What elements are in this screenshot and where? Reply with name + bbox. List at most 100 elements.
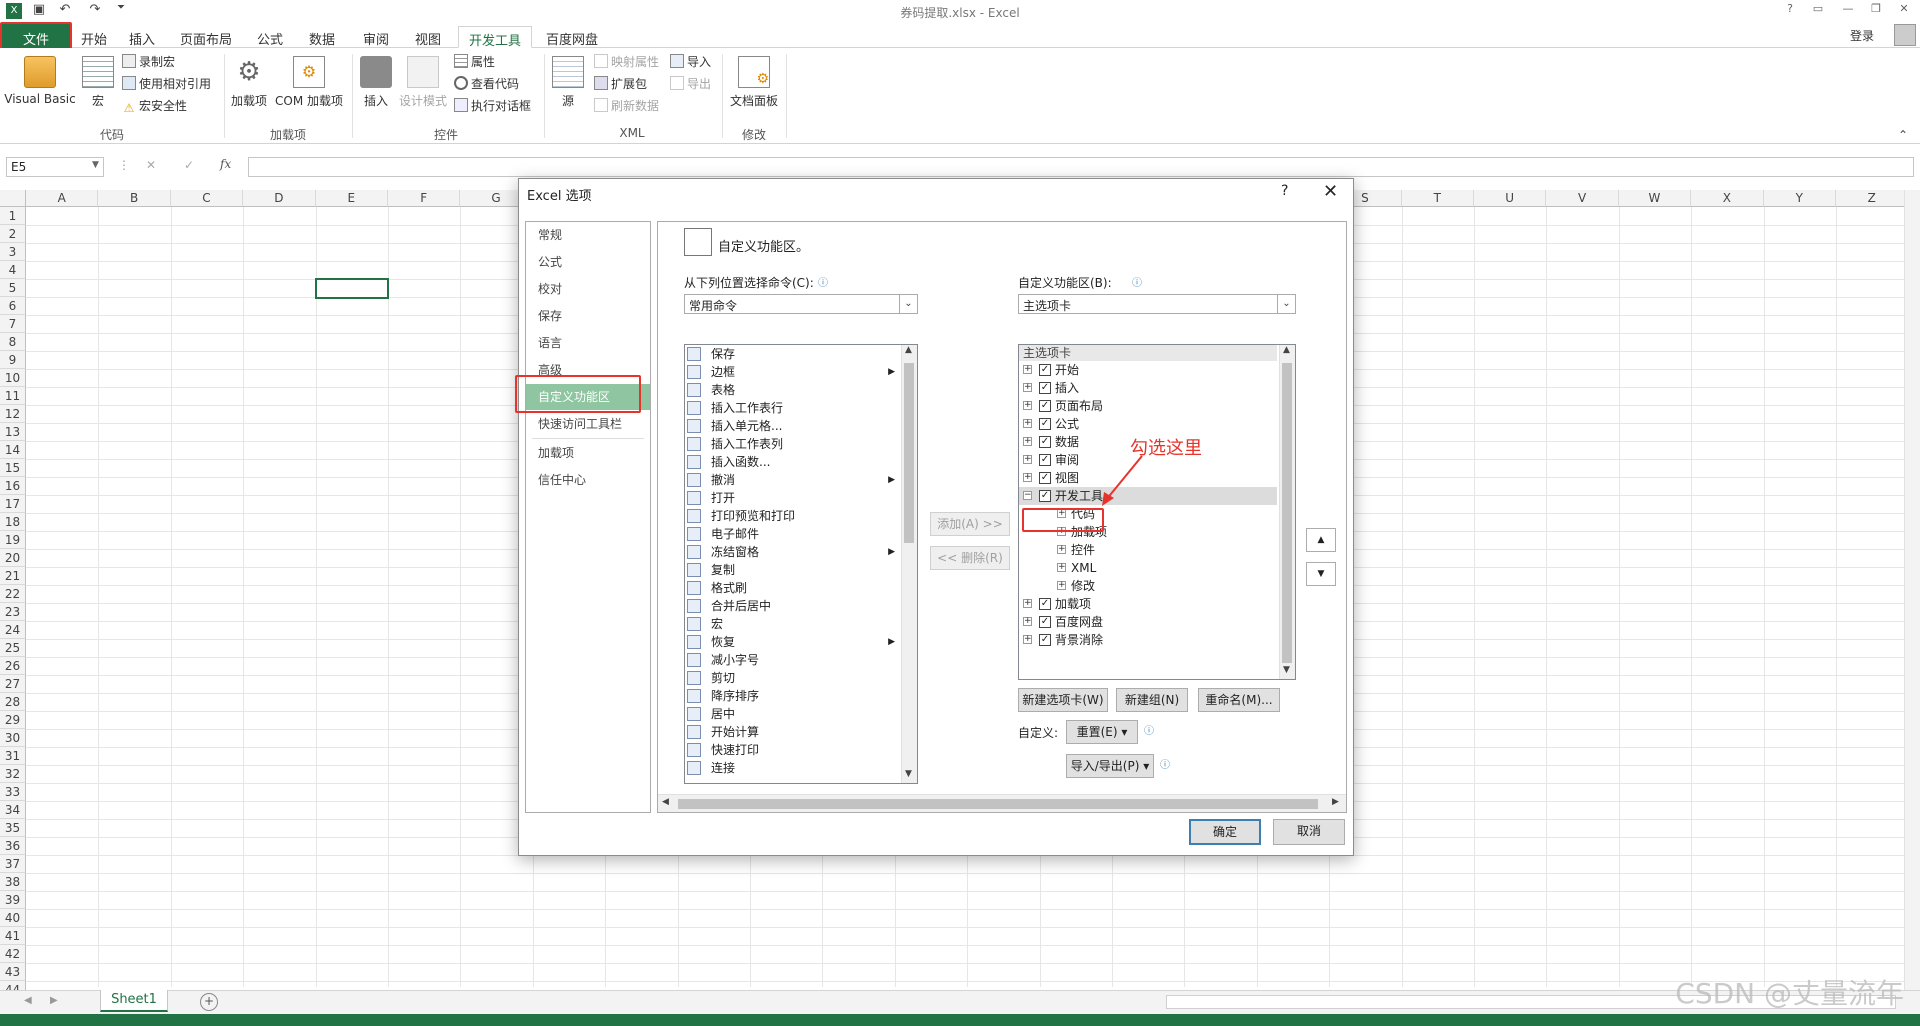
row-header[interactable]: 32 [0,765,26,783]
collapse-icon[interactable]: − [1023,491,1032,500]
view-code-button[interactable]: 查看代码 [454,74,519,94]
sheet-tab-sheet1[interactable]: Sheet1 [100,990,168,1012]
avatar[interactable] [1894,24,1916,46]
row-header[interactable]: 17 [0,495,26,513]
row-header[interactable]: 38 [0,873,26,891]
tree-item[interactable]: + ✓ 页面布局 [1019,397,1277,415]
command-list-item[interactable]: 电子邮件 [685,525,899,543]
relative-reference-button[interactable]: 使用相对引用 [122,74,211,94]
nav-item-addins[interactable]: 加载项 [526,440,650,466]
command-list-item[interactable]: 合并后居中 [685,597,899,615]
scroll-right-icon[interactable]: ▶ [1332,797,1339,807]
command-list-item[interactable]: 插入工作表行 [685,399,899,417]
expand-icon[interactable]: + [1023,599,1032,608]
column-header[interactable]: E [315,190,388,207]
tab-home[interactable]: 开始 [72,26,116,48]
row-header[interactable]: 35 [0,819,26,837]
com-addins-button[interactable]: ⚙ COM 加载项 [272,56,346,109]
visual-basic-button[interactable]: Visual Basic [4,56,76,106]
column-header[interactable]: X [1691,190,1764,207]
scroll-thumb[interactable] [678,799,1318,809]
checkbox[interactable]: ✓ [1039,472,1051,484]
nav-item-language[interactable]: 语言 [526,330,650,356]
command-list-item[interactable]: 插入单元格... [685,417,899,435]
nav-item-formulas[interactable]: 公式 [526,249,650,275]
checkbox[interactable]: ✓ [1039,454,1051,466]
login-link[interactable]: 登录 [1850,27,1874,44]
row-header[interactable]: 23 [0,603,26,621]
command-list-item[interactable]: 恢复 ▶ [685,633,899,651]
minimize-icon[interactable]: — [1838,2,1858,18]
row-header[interactable]: 16 [0,477,26,495]
column-header[interactable]: U [1474,190,1547,207]
row-header[interactable]: 14 [0,441,26,459]
remove-button[interactable]: << 删除(R) [930,546,1010,570]
row-header[interactable]: 11 [0,387,26,405]
move-down-button[interactable]: ▼ [1306,562,1336,586]
document-panel-button[interactable]: ⚙ 文档面板 [726,56,782,109]
row-header[interactable]: 22 [0,585,26,603]
map-properties-button[interactable]: 映射属性 [594,52,659,72]
scroll-up-icon[interactable]: ▲ [905,345,912,355]
tab-view[interactable]: 视图 [406,26,450,48]
command-list-item[interactable]: 剪切 [685,669,899,687]
column-header[interactable]: A [26,190,99,207]
row-header[interactable]: 19 [0,531,26,549]
tree-item[interactable]: − ✓ 开发工具 [1019,487,1277,505]
select-all-corner[interactable] [0,190,26,207]
row-header[interactable]: 24 [0,621,26,639]
row-header[interactable]: 1 [0,207,26,225]
command-list-item[interactable]: 开始计算 [685,723,899,741]
row-header[interactable]: 7 [0,315,26,333]
row-header[interactable]: 5 [0,279,26,297]
command-list-item[interactable]: 插入工作表列 [685,435,899,453]
ribbon-tabs-select[interactable]: 主选项卡 ⌄ [1018,294,1296,314]
design-mode-button[interactable]: 设计模式 [398,56,448,109]
column-header[interactable]: B [98,190,171,207]
row-header[interactable]: 26 [0,657,26,675]
scroll-down-icon[interactable]: ▼ [905,769,912,779]
nav-item-quick-access[interactable]: 快速访问工具栏 [526,411,650,437]
selected-cell-e5[interactable] [315,278,389,299]
scroll-up-icon[interactable]: ▲ [1283,345,1290,355]
rename-button[interactable]: 重命名(M)... [1198,688,1280,712]
column-header[interactable]: V [1546,190,1619,207]
expand-icon[interactable]: + [1057,581,1066,590]
checkbox[interactable]: ✓ [1039,418,1051,430]
row-header[interactable]: 42 [0,945,26,963]
row-header[interactable]: 2 [0,225,26,243]
tree-item[interactable]: + ✓ 背景消除 [1019,631,1277,649]
scroll-left-icon[interactable]: ◀ [662,797,669,807]
row-header[interactable]: 27 [0,675,26,693]
addins-button[interactable]: ⚙ 加载项 [228,56,270,109]
tab-formulas[interactable]: 公式 [248,26,292,48]
column-header[interactable]: Y [1763,190,1836,207]
nav-item-save[interactable]: 保存 [526,303,650,329]
row-header[interactable]: 41 [0,927,26,945]
ribbon-display-icon[interactable]: ▭ [1808,2,1828,18]
command-list-item[interactable]: 冻结窗格 ▶ [685,543,899,561]
commands-list[interactable]: 保存 边框 ▶ 表格 插入工作表行 插入单元格... 插入工作表列 插入函数... 撤消 ▶ 打开打… [684,344,918,784]
expand-icon[interactable]: + [1023,401,1032,410]
command-list-item[interactable]: 减小字号 [685,651,899,669]
command-list-item[interactable]: 保存 [685,345,899,363]
move-up-button[interactable]: ▲ [1306,528,1336,552]
tree-scrollbar[interactable]: ▲ ▼ [1279,345,1295,679]
row-header[interactable]: 20 [0,549,26,567]
checkbox[interactable]: ✓ [1039,598,1051,610]
row-header[interactable]: 25 [0,639,26,657]
insert-function-icon[interactable]: fx [220,157,231,171]
command-list-item[interactable]: 连接 [685,759,899,777]
row-header[interactable]: 43 [0,963,26,981]
nav-item-general[interactable]: 常规 [526,222,650,248]
checkbox[interactable]: ✓ [1039,490,1051,502]
row-header[interactable]: 12 [0,405,26,423]
row-header[interactable]: 21 [0,567,26,585]
row-header[interactable]: 36 [0,837,26,855]
row-header[interactable]: 18 [0,513,26,531]
cancel-entry-icon[interactable]: ✕ [146,158,156,172]
tree-item[interactable]: + XML [1019,559,1277,577]
confirm-entry-icon[interactable]: ✓ [184,158,194,172]
name-box[interactable]: E5 [6,157,104,177]
import-export-dropdown[interactable]: 导入/导出(P) ▾ [1066,754,1154,778]
